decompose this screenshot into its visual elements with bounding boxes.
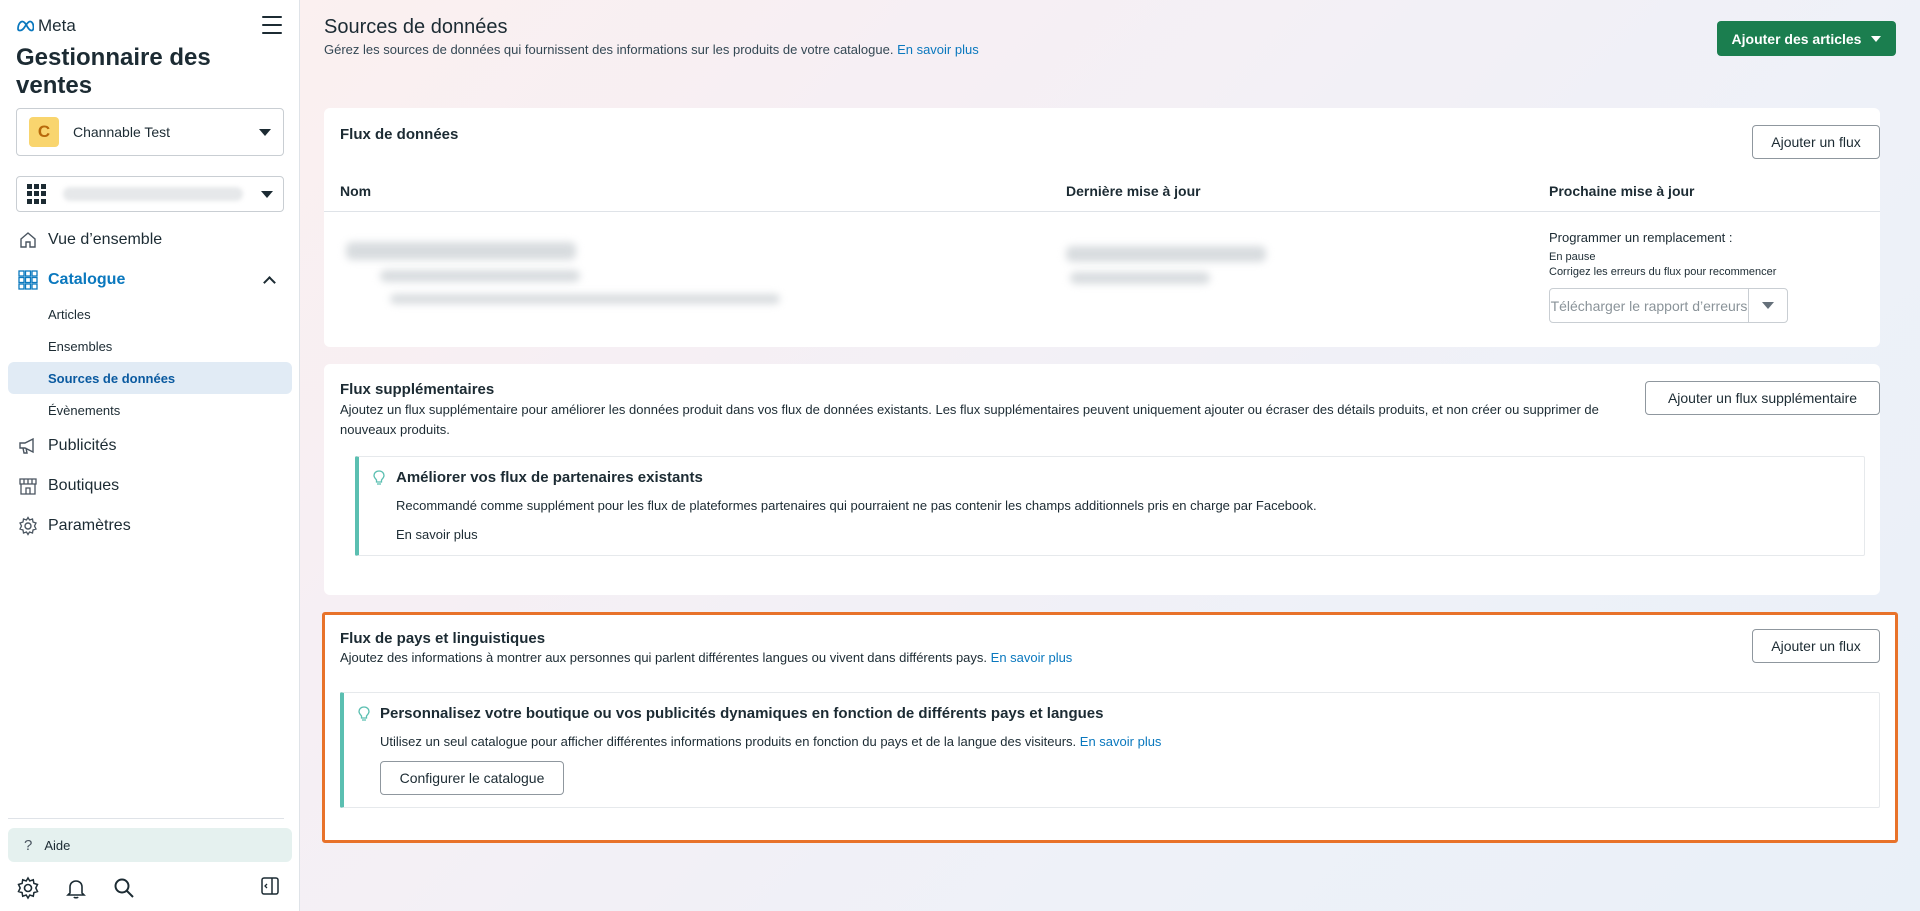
page-subtitle: Gérez les sources de données qui fournis…: [324, 42, 979, 57]
country-language-tip-text: Utilisez un seul catalogue pour afficher…: [380, 734, 1161, 749]
download-errors-button[interactable]: Télécharger le rapport d’erreurs: [1550, 289, 1749, 322]
grid-icon: [27, 184, 47, 204]
sidebar-footer-icons: [16, 876, 284, 900]
feed-detail-redacted: [380, 270, 580, 282]
hamburger-icon[interactable]: [262, 16, 282, 34]
country-language-feeds-description: Ajoutez des informations à montrer aux p…: [340, 648, 1072, 668]
add-items-label: Ajouter des articles: [1731, 30, 1862, 47]
sidebar-item-overview[interactable]: Vue d’ensemble: [8, 224, 292, 256]
table-divider: [324, 211, 1880, 212]
caret-down-icon: [261, 190, 273, 198]
account-avatar: C: [29, 117, 59, 147]
page-title: Sources de données: [324, 16, 508, 38]
page-subtitle-text: Gérez les sources de données qui fournis…: [324, 42, 894, 57]
sidebar-item-label: Publicités: [48, 437, 117, 454]
supplementary-tip-learn-more-link[interactable]: En savoir plus: [396, 527, 478, 542]
home-icon: [18, 230, 38, 250]
country-language-tip-title: Personnalisez votre boutique ou vos publ…: [380, 705, 1104, 722]
learn-more-link[interactable]: En savoir plus: [897, 42, 979, 57]
sidebar-item-label: Vue d’ensemble: [48, 231, 163, 248]
last-update-redacted: [1066, 246, 1266, 262]
add-supplementary-feed-button[interactable]: Ajouter un flux supplémentaire: [1645, 381, 1880, 415]
country-language-description-text: Ajoutez des informations à montrer aux p…: [340, 650, 988, 665]
gear-icon[interactable]: [16, 876, 40, 900]
help-label: Aide: [44, 837, 71, 853]
sidebar-item-label: Catalogue: [48, 271, 126, 288]
supplementary-tip-title: Améliorer vos flux de partenaires exista…: [396, 469, 703, 486]
catalog-grid-icon: [18, 270, 38, 290]
gear-icon: [18, 516, 38, 536]
sidebar: Meta Gestionnaire des ventes C Channable…: [0, 0, 300, 911]
caret-down-icon: [1871, 35, 1882, 42]
sidebar-item-label: Boutiques: [48, 477, 120, 494]
download-errors-dropdown[interactable]: [1749, 289, 1787, 322]
sidebar-subitem-sets[interactable]: Ensembles: [8, 330, 292, 362]
column-header-name[interactable]: Nom: [340, 183, 371, 199]
supplementary-feeds-title: Flux supplémentaires: [340, 381, 495, 398]
schedule-status: En pause: [1549, 251, 1596, 263]
panel-toggle-icon[interactable]: [260, 876, 280, 896]
sidebar-item-shops[interactable]: Boutiques: [8, 470, 292, 502]
country-language-feeds-title: Flux de pays et linguistiques: [340, 630, 546, 647]
feed-url-redacted: [390, 294, 780, 304]
supplementary-feeds-description: Ajoutez un flux supplémentaire pour amél…: [340, 402, 1599, 437]
search-icon[interactable]: [112, 876, 136, 900]
sidebar-subitem-data-sources[interactable]: Sources de données: [8, 362, 292, 394]
sidebar-item-label: Paramètres: [48, 517, 131, 534]
country-language-learn-more-link[interactable]: En savoir plus: [991, 650, 1073, 665]
add-country-language-feed-button[interactable]: Ajouter un flux: [1752, 629, 1880, 663]
shop-icon: [18, 476, 38, 496]
app-title: Gestionnaire des ventes: [16, 44, 211, 99]
add-items-button[interactable]: Ajouter des articles: [1717, 21, 1896, 56]
help-button[interactable]: ? Aide: [8, 828, 292, 862]
column-header-next-update[interactable]: Prochaine mise à jour: [1549, 183, 1695, 199]
help-icon: ?: [24, 836, 33, 854]
column-header-last-update[interactable]: Dernière mise à jour: [1066, 183, 1201, 199]
lightbulb-icon: [358, 706, 370, 721]
chevron-up-icon[interactable]: [263, 275, 276, 289]
sidebar-subitem-events[interactable]: Évènements: [8, 394, 292, 426]
configure-catalog-button[interactable]: Configurer le catalogue: [380, 761, 564, 795]
sidebar-item-settings[interactable]: Paramètres: [8, 510, 292, 542]
country-language-tip-learn-more-link[interactable]: En savoir plus: [1080, 734, 1162, 749]
sidebar-nav: Vue d’ensemble Catalogue Articles Ensemb…: [8, 224, 292, 550]
meta-brand-text: Meta: [38, 16, 76, 35]
bell-icon[interactable]: [64, 876, 88, 900]
country-language-tip-text-body: Utilisez un seul catalogue pour afficher…: [380, 734, 1077, 749]
download-errors-split-button[interactable]: Télécharger le rapport d’erreurs: [1549, 288, 1788, 323]
meta-brand: Meta: [16, 14, 76, 38]
data-feeds-title: Flux de données: [340, 126, 459, 143]
catalog-selector[interactable]: [16, 176, 284, 212]
feed-name-redacted[interactable]: [346, 242, 576, 260]
caret-down-icon: [259, 128, 271, 136]
catalog-name-redacted: [63, 187, 243, 201]
account-selector[interactable]: C Channable Test: [16, 108, 284, 156]
schedule-label: Programmer un remplacement :: [1549, 230, 1733, 245]
account-name: Channable Test: [73, 124, 171, 140]
lightbulb-icon: [373, 470, 385, 485]
sidebar-item-ads[interactable]: Publicités: [8, 430, 292, 462]
megaphone-icon: [18, 436, 38, 456]
divider: [8, 818, 284, 819]
sidebar-item-catalog[interactable]: Catalogue: [8, 264, 292, 296]
last-update-detail-redacted: [1070, 272, 1210, 284]
caret-down-icon: [1762, 302, 1774, 309]
supplementary-tip-text: Recommandé comme supplément pour les flu…: [396, 498, 1317, 513]
add-feed-button[interactable]: Ajouter un flux: [1752, 125, 1880, 159]
meta-logo-icon: [17, 20, 34, 32]
schedule-hint: Corrigez les erreurs du flux pour recomm…: [1549, 266, 1777, 278]
sidebar-subitem-articles[interactable]: Articles: [8, 298, 292, 330]
